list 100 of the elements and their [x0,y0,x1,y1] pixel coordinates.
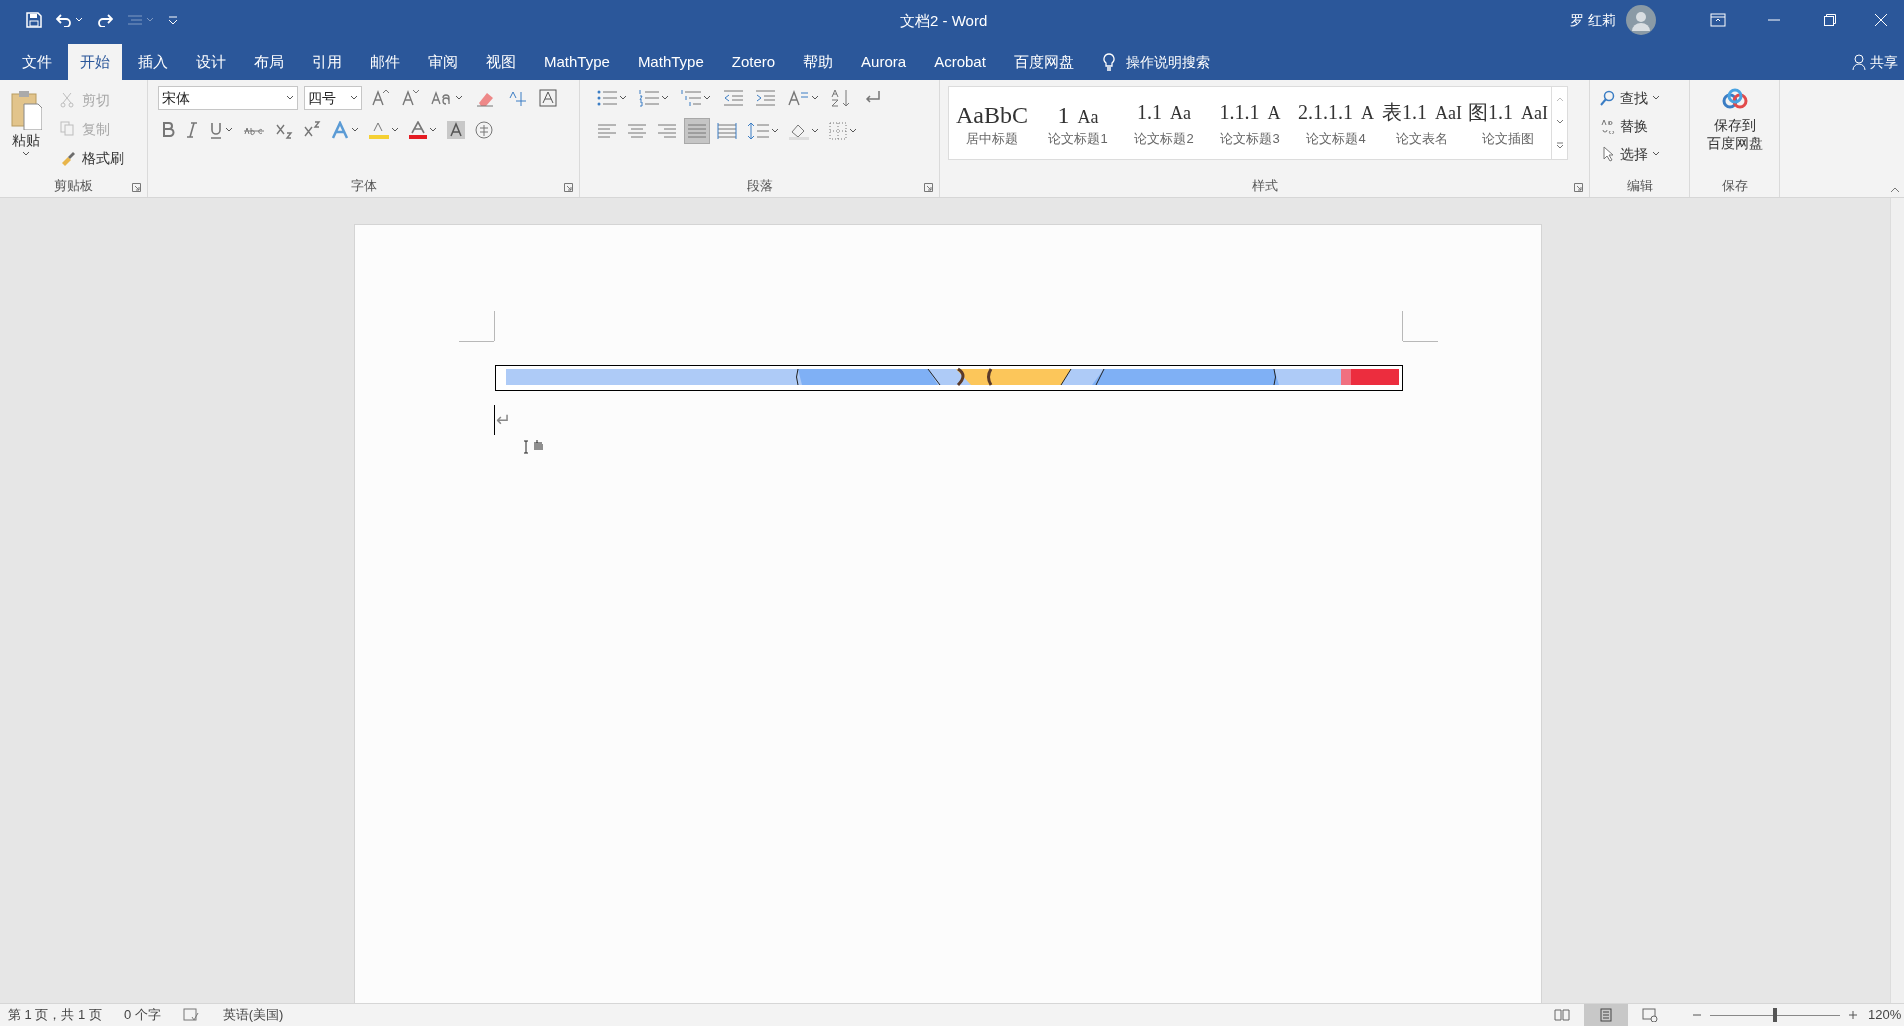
change-case-icon[interactable] [431,89,453,107]
underline-icon[interactable] [209,121,223,139]
sort-icon[interactable] [831,89,851,107]
redo-icon[interactable] [97,13,113,27]
ribbon-tab[interactable]: 插入 [126,44,180,80]
caret-icon[interactable] [1652,151,1660,157]
zoom-slider-thumb[interactable] [1773,1008,1777,1022]
multilevel-list-icon[interactable] [681,89,701,107]
bold-icon[interactable] [161,121,175,139]
customize-icon[interactable] [168,15,178,25]
character-shading-icon[interactable] [447,121,465,139]
avatar-icon[interactable] [1626,5,1656,35]
zoom-level[interactable]: 120% [1868,1005,1902,1025]
caret-icon[interactable] [351,127,359,133]
vertical-scrollbar[interactable] [1890,198,1904,1003]
caret-icon[interactable] [619,95,627,101]
font-color-icon[interactable] [409,121,427,139]
caret-icon[interactable] [1652,95,1660,101]
clipboard-button[interactable]: 格式刷 [60,146,124,170]
font-size-box[interactable]: 四号 [304,86,362,110]
dialog-launcher-icon[interactable] [1574,183,1583,192]
caret-icon[interactable] [771,128,779,134]
proofing-icon[interactable] [182,1008,199,1022]
superscript-icon[interactable] [303,121,321,139]
ribbon-tab[interactable]: Zotero [719,44,788,80]
caret-icon[interactable] [391,127,399,133]
grow-font-icon[interactable] [371,89,389,107]
ribbon-tab[interactable]: 视图 [474,44,528,80]
more-icon[interactable] [1555,142,1564,151]
zoom-in-button[interactable] [1846,1008,1860,1022]
style-item[interactable]: 1.1.1 A 论文标题3 [1207,87,1293,159]
bullets-icon[interactable] [597,89,617,107]
caret-icon[interactable] [350,95,358,101]
caret-icon[interactable] [225,127,233,133]
ribbon-tab[interactable]: 邮件 [358,44,412,80]
group-label: 剪贴板 [54,177,93,196]
undo-icon[interactable] [56,13,72,27]
save-icon[interactable] [26,12,42,28]
language-status[interactable]: 英语(美国) [222,1005,284,1025]
increase-indent-icon[interactable] [755,89,775,107]
decrease-indent-icon[interactable] [723,89,743,107]
view-button[interactable] [1584,1004,1628,1026]
caret-icon[interactable] [849,128,857,134]
group-label: 段落 [746,177,773,196]
ribbon-tab[interactable]: 文件 [10,44,64,80]
chinese-layout-icon[interactable] [787,89,809,107]
dialog-launcher-icon[interactable] [132,183,141,192]
page-count[interactable]: 第 1 页，共 1 页 [8,1005,102,1025]
shading-icon[interactable] [789,122,809,140]
caret-icon[interactable] [455,95,463,101]
caret-icon[interactable] [286,95,294,101]
italic-icon[interactable] [185,121,199,139]
align-right-icon [657,122,677,140]
style-item[interactable]: 1.1 Aa 论文标题2 [1121,87,1207,159]
style-item[interactable]: 表1.1 AaI 论文表名 [1379,87,1465,159]
ribbon-tab[interactable]: 审阅 [416,44,470,80]
ribbon-tab[interactable]: 开始 [68,44,122,80]
ribbon-display-icon[interactable] [1710,13,1726,27]
user-name[interactable]: 罗 红莉 [1570,9,1616,31]
ribbon-tab[interactable]: 设计 [184,44,238,80]
caret-icon[interactable] [661,95,669,101]
caret-icon[interactable] [811,95,819,101]
dialog-launcher-icon[interactable] [564,183,573,192]
line-spacing-icon[interactable] [747,122,769,140]
caret-icon[interactable] [22,151,30,157]
ribbon-tab[interactable]: 布局 [242,44,296,80]
scissors-icon [60,92,76,108]
enclose-character-icon[interactable] [475,121,493,139]
editing-button[interactable]: 查找 [1600,86,1660,110]
character-border-icon[interactable] [539,89,557,107]
font-name-box[interactable]: 宋体 [158,86,298,110]
ribbon-tab[interactable]: Aurora [849,44,919,80]
lightbulb-icon[interactable] [1101,53,1116,71]
paste-button[interactable]: 粘贴 [6,86,46,175]
ribbon-tab[interactable]: MathType [625,44,716,80]
close-icon[interactable] [1875,14,1887,26]
window-title: 文档2 - Word [900,11,988,31]
restore-icon[interactable] [1824,14,1836,26]
ribbon-tab[interactable]: 帮助 [791,44,846,80]
ribbon-tab[interactable]: 百度网盘 [1001,44,1086,80]
ribbon-tab[interactable]: MathType [532,44,622,80]
caret-icon[interactable] [811,128,819,134]
ribbon-tab[interactable]: Acrobat [922,44,998,80]
style-item[interactable]: AaBbC 居中标题 [949,87,1035,159]
word-count[interactable]: 0 个字 [123,1005,161,1025]
scroll-down-icon[interactable] [1555,119,1564,125]
shrink-font-icon[interactable] [401,89,419,107]
style-item[interactable]: 图1.1 AaI 论文插图 [1465,87,1551,159]
ribbon-tab[interactable]: 引用 [300,44,354,80]
caret-icon[interactable] [429,127,437,133]
share-button[interactable]: 共享 [1852,44,1898,80]
caret-icon[interactable] [703,95,711,101]
tell-me-search[interactable]: 操作说明搜索 [1125,51,1210,73]
dialog-launcher-icon[interactable] [924,183,933,192]
editing-button[interactable]: 选择 [1600,142,1660,166]
save-to-cloud-button[interactable]: 保存到 百度网盘 [1696,86,1773,175]
style-item[interactable]: 1 Aa 论文标题1 [1035,87,1121,159]
editing-button[interactable]: 替换 [1600,114,1660,138]
collapse-ribbon-icon[interactable] [1890,187,1900,193]
style-item[interactable]: 2.1.1.1 A 论文标题4 [1293,87,1379,159]
